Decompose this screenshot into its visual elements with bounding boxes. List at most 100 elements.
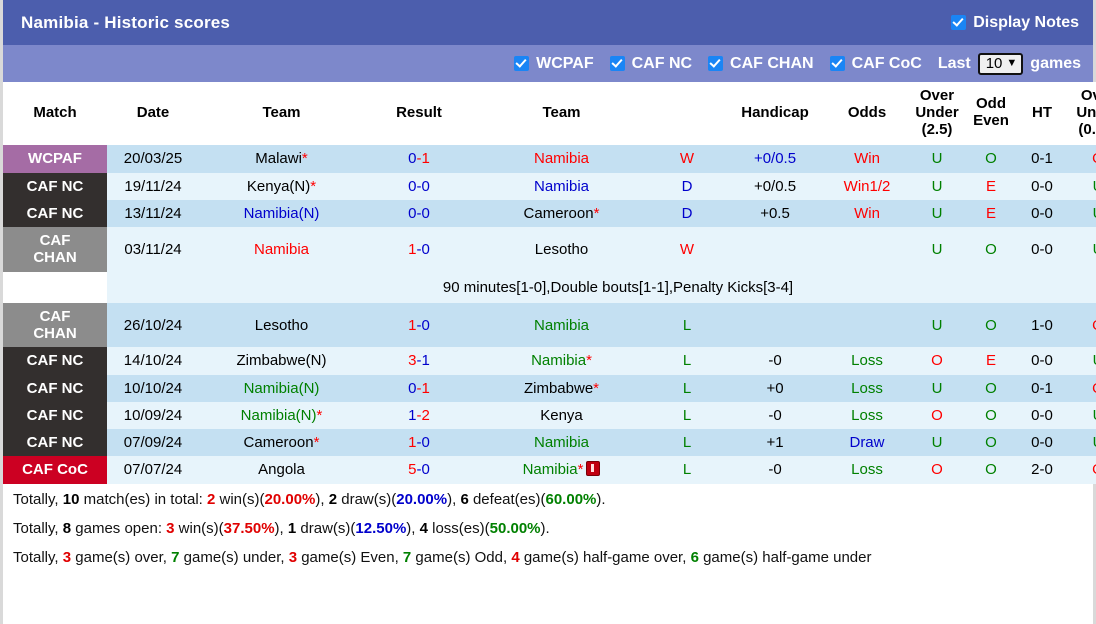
score-away: -1 <box>416 379 430 397</box>
games-label: games <box>1030 54 1081 72</box>
col-header-odds[interactable]: Odds <box>825 82 909 146</box>
filter-caf-chan[interactable]: CAF CHAN <box>708 55 814 73</box>
home-team[interactable]: Angola <box>199 456 364 484</box>
team-name: Namibia <box>533 434 590 452</box>
score-away: -0 <box>416 177 430 195</box>
handicap-value: +1 <box>725 429 825 457</box>
over-under-25-value: U <box>909 374 965 402</box>
over-under-075-value: O <box>1067 302 1096 348</box>
table-row[interactable]: CAF NC 14/10/24 Zimbabwe(N) 3-1 Namibia* L -0 L… <box>3 347 1096 375</box>
away-team[interactable]: Namibia <box>474 302 649 348</box>
total-draws: 2 <box>328 490 338 508</box>
score-away: -0 <box>416 434 430 452</box>
col-header-ht[interactable]: HT <box>1017 82 1067 146</box>
away-team[interactable]: Kenya <box>474 401 649 430</box>
games-count-select[interactable]: 10 ▼ <box>977 52 1024 75</box>
home-team[interactable]: Namibia(N) <box>199 374 364 402</box>
home-team[interactable]: Malawi* <box>199 144 364 173</box>
away-team[interactable]: Namibia <box>474 144 649 173</box>
filter-caf-chan-label: CAF CHAN <box>730 54 814 72</box>
home-team[interactable]: Namibia <box>199 227 364 272</box>
home-team[interactable]: Cameroon* <box>199 429 364 457</box>
over-under-075-value: U <box>1067 429 1096 457</box>
team-name: Namibia(N) <box>243 204 320 222</box>
home-star-icon: * <box>301 150 308 168</box>
table-row[interactable]: CAF NC 10/10/24 Namibia(N) 0-1 Zimbabwe* L +0 L… <box>3 374 1096 402</box>
checkbox-icon[interactable] <box>829 56 845 71</box>
away-team[interactable]: Namibia <box>474 429 649 457</box>
away-team[interactable]: Namibia* <box>474 456 649 484</box>
score-away: -0 <box>416 204 430 222</box>
match-result: 0-0 <box>364 172 474 200</box>
odds-value: Win <box>825 144 909 173</box>
col-header-over-under-075[interactable]: OverUnder(0.75) <box>1067 82 1096 146</box>
table-row[interactable]: CAF CoC 07/07/24 Angola 5-0 Namibia* L -0 Loss O… <box>3 456 1096 484</box>
odds-value: Loss <box>825 401 909 430</box>
match-result: 1-0 <box>364 429 474 457</box>
home-team[interactable]: Namibia(N) <box>199 199 364 228</box>
checkbox-icon[interactable] <box>609 56 625 71</box>
col-header-date[interactable]: Date <box>107 82 199 146</box>
match-competition-tag: CAF CHAN <box>3 302 107 348</box>
filter-caf-nc[interactable]: CAF NC <box>609 55 692 73</box>
away-team[interactable]: Zimbabwe* <box>474 374 649 402</box>
handicap-value: -0 <box>725 456 825 484</box>
col-header-result[interactable]: Result <box>364 82 474 146</box>
team-name: Zimbabwe <box>523 379 594 397</box>
table-row[interactable]: CAF NC 13/11/24 Namibia(N) 0-0 Cameroon* D +0.… <box>3 199 1096 228</box>
last-label: Last <box>937 54 971 72</box>
checkbox-icon[interactable] <box>514 56 530 71</box>
score-away: -1 <box>416 150 430 168</box>
result-letter: D <box>649 172 725 200</box>
col-header-team-away[interactable]: Team <box>474 82 649 146</box>
away-team[interactable]: Namibia* <box>474 347 649 375</box>
away-team[interactable]: Lesotho <box>474 227 649 272</box>
table-row[interactable]: CAF NC 10/09/24 Namibia(N)* 1-2 Kenya L -0 Loss… <box>3 401 1096 430</box>
table-row[interactable]: CAF NC 19/11/24 Kenya(N)* 0-0 Namibia D +0/0.5… <box>3 172 1096 200</box>
away-team[interactable]: Namibia <box>474 172 649 200</box>
col-header-handicap[interactable]: Handicap <box>725 82 825 146</box>
result-letter: L <box>649 401 725 430</box>
table-row[interactable]: CAFCHAN26/10/24Lesotho1-0NamibiaLUO1-0O <box>3 302 1096 348</box>
col-header-odd-even[interactable]: Odd Even <box>965 82 1017 146</box>
table-row[interactable]: CAFCHAN03/11/24Namibia1-0LesothoWUO0-0U <box>3 227 1096 272</box>
filter-wcpaf[interactable]: WCPAF <box>514 55 594 73</box>
score-home: 1 <box>408 240 417 258</box>
page-title: Namibia - Historic scores <box>21 12 231 32</box>
col-header-over-under-25[interactable]: Over Under (2.5) <box>909 82 965 146</box>
col-header-team-home[interactable]: Team <box>199 82 364 146</box>
handicap-value: -0 <box>725 347 825 375</box>
table-row[interactable]: WCPAF 20/03/25 Malawi* 0-1 Namibia W +0/0.5 Win… <box>3 144 1096 173</box>
team-name: Zimbabwe(N) <box>236 352 327 370</box>
result-letter: D <box>649 199 725 228</box>
over-under-25-value: U <box>909 429 965 457</box>
col-header-match[interactable]: Match <box>3 82 107 146</box>
home-team[interactable]: Lesotho <box>199 302 364 348</box>
result-letter: W <box>649 144 725 173</box>
result-letter: W <box>649 227 725 272</box>
half-time-score: 0-0 <box>1017 172 1067 200</box>
handicap-value <box>725 227 825 272</box>
match-result: 3-1 <box>364 347 474 375</box>
table-row[interactable]: CAF NC 07/09/24 Cameroon* 1-0 Namibia L +1 Draw… <box>3 429 1096 457</box>
checkbox-icon[interactable] <box>708 56 724 71</box>
half-time-score: 2-0 <box>1017 456 1067 484</box>
home-team[interactable]: Zimbabwe(N) <box>199 347 364 375</box>
away-team[interactable]: Cameroon* <box>474 199 649 228</box>
match-competition-tag: CAF NC <box>3 199 107 228</box>
home-team[interactable]: Kenya(N)* <box>199 172 364 200</box>
score-home: 1 <box>408 406 417 424</box>
total-matches: 10 <box>62 490 80 508</box>
filter-caf-coc[interactable]: CAF CoC <box>829 55 922 73</box>
half-time-score: 0-0 <box>1017 429 1067 457</box>
score-home: 0 <box>408 150 417 168</box>
home-team[interactable]: Namibia(N)* <box>199 401 364 430</box>
over-under-25-value: O <box>909 347 965 375</box>
home-star-icon: * <box>310 177 317 195</box>
display-notes-checkbox-icon[interactable] <box>951 15 967 30</box>
match-competition-tag: CAF NC <box>3 374 107 402</box>
match-competition-tag: CAF CHAN <box>3 227 107 272</box>
display-notes-toggle[interactable]: Display Notes <box>951 14 1079 32</box>
odd-even-value: E <box>965 347 1017 375</box>
over-under-075-value: O <box>1067 374 1096 402</box>
